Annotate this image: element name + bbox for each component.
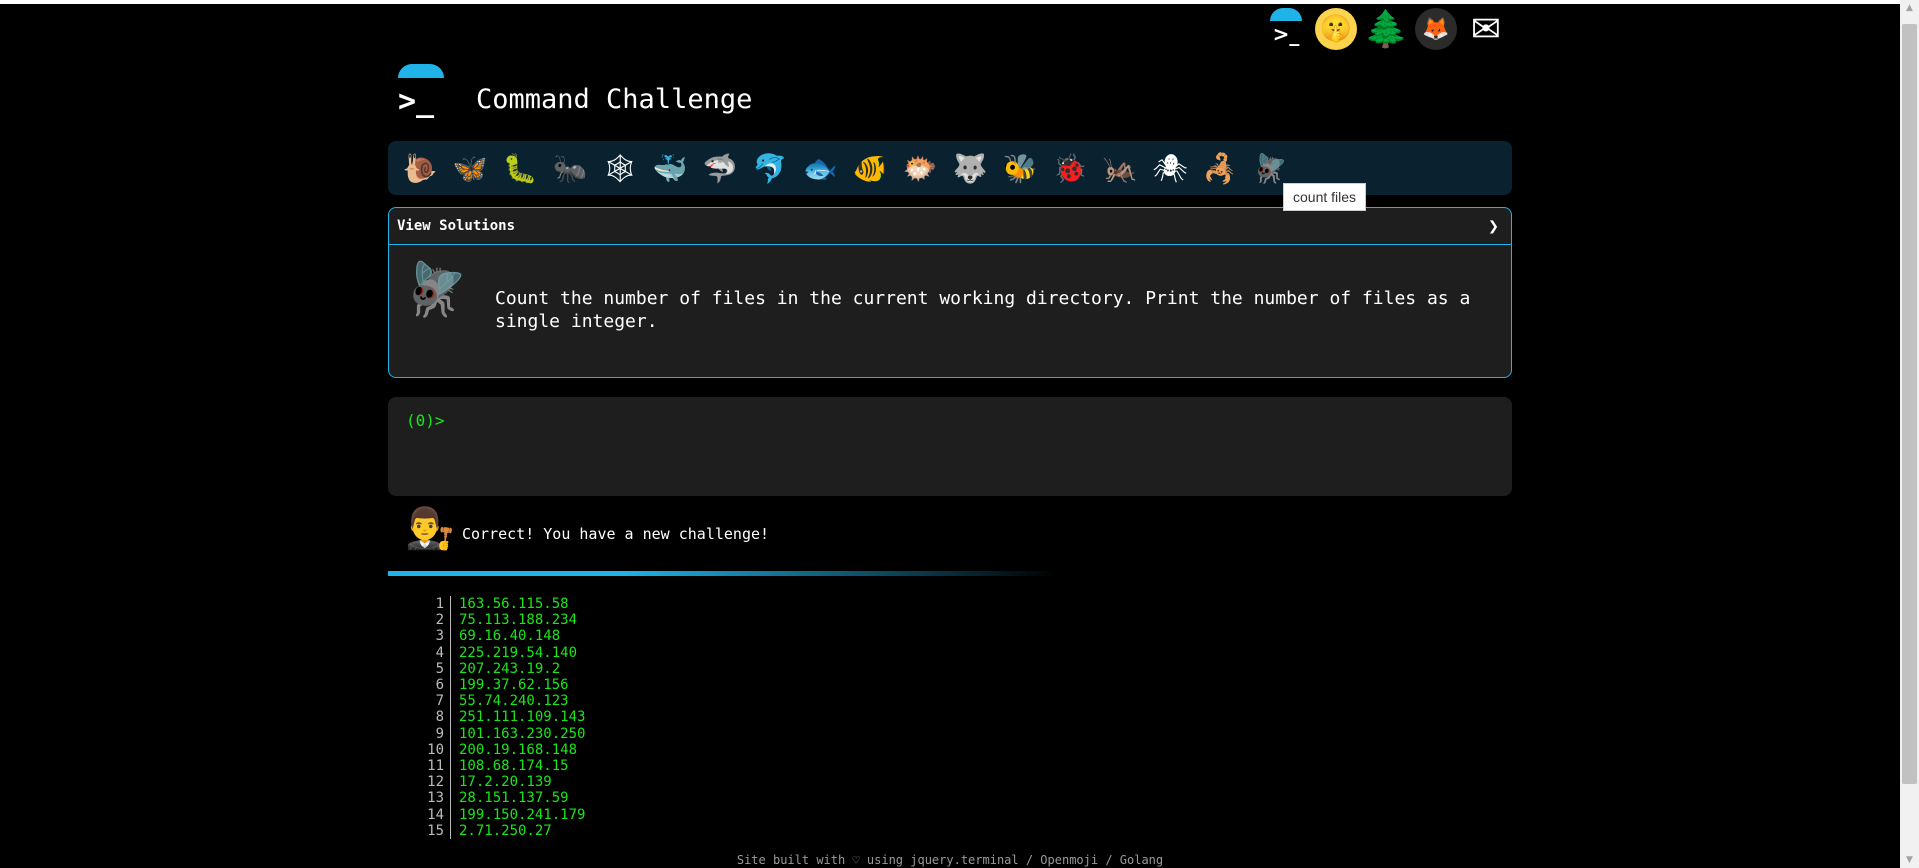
bee-icon[interactable]: 🐝 — [998, 146, 1042, 190]
line-value: 2.71.250.27 — [459, 822, 552, 839]
tooltip: count files — [1283, 183, 1367, 211]
shushing-face-icon[interactable]: 🤫 — [1315, 8, 1357, 50]
output-line: 10 200.19.168.148 — [412, 741, 585, 759]
feedback-message: Correct! You have a new challenge! — [462, 525, 770, 543]
cricket-icon[interactable]: 🦗 — [1098, 146, 1142, 190]
page-title: Command Challenge — [476, 84, 753, 115]
whale-icon[interactable]: 🐳 — [648, 146, 692, 190]
line-value: 163.56.115.58 — [459, 596, 569, 612]
fish-icon[interactable]: 🐟 — [798, 146, 842, 190]
line-number: 14 — [412, 806, 451, 823]
output-line: 7 55.74.240.123 — [412, 693, 585, 710]
output-line: 5 207.243.19.2 — [412, 660, 585, 678]
line-number: 7 — [412, 693, 451, 710]
output-line: 15 2.71.250.27 — [412, 822, 585, 840]
spider-web-icon[interactable]: 🕸 — [598, 146, 642, 190]
line-number: 6 — [412, 677, 451, 694]
output-line: 14 199.150.241.179 — [412, 806, 586, 823]
line-value: 55.74.240.123 — [459, 693, 569, 710]
output-line: 2 75.113.188.234 — [412, 612, 585, 629]
output-listing: 1 163.56.115.58 2 75.113.188.234 3 69.16.40.1… — [412, 596, 586, 840]
line-value: 69.16.40.148 — [459, 628, 561, 645]
output-line: 4 225.219.54.140 — [412, 644, 585, 661]
output-line: 9 101.163.230.250 — [412, 725, 586, 742]
judge-avatar-icon: 👨‍⚖ — [405, 506, 455, 552]
line-number: 13 — [412, 790, 451, 807]
line-value: 108.68.174.15 — [459, 758, 569, 775]
line-value: 199.150.241.179 — [459, 806, 586, 823]
view-solutions-label: View Solutions — [397, 218, 516, 234]
line-value: 200.19.168.148 — [459, 741, 578, 758]
scroll-up-icon[interactable]: ▲ — [1900, 0, 1919, 16]
output-line: 13 28.151.137.59 — [412, 790, 585, 807]
chevron-right-icon[interactable]: ❯ — [1488, 216, 1499, 237]
logo[interactable]: >_ — [390, 64, 452, 124]
spider-icon[interactable]: 🕷 — [1148, 146, 1192, 190]
header-icons: >_ 🤫 🌲 🦊 ✉ — [1265, 8, 1507, 50]
ladybug-icon[interactable]: 🐞 — [1048, 146, 1092, 190]
task-body: 🪰 Count the number of files in the curre… — [389, 245, 1511, 378]
line-value: 101.163.230.250 — [459, 725, 586, 742]
line-number: 1 — [412, 596, 451, 613]
output-line: 11 108.68.174.15 — [412, 758, 585, 775]
line-number: 15 — [412, 822, 451, 840]
gitlab-icon[interactable]: 🦊 — [1415, 8, 1457, 50]
butterfly-icon[interactable]: 🦋 — [448, 146, 492, 190]
scroll-down-icon[interactable]: ▼ — [1900, 852, 1919, 868]
line-value: 199.37.62.156 — [459, 677, 569, 694]
scorpion-icon[interactable]: 🦂 — [1198, 146, 1242, 190]
terminal-prompt: (0)> — [406, 411, 445, 430]
line-value: 28.151.137.59 — [459, 790, 569, 807]
line-number: 12 — [412, 774, 451, 791]
line-number: 10 — [412, 741, 451, 759]
output-line: 12 17.2.20.139 — [412, 774, 585, 791]
line-number: 5 — [412, 660, 451, 678]
shark-icon[interactable]: 🦈 — [698, 146, 742, 190]
wolf-icon[interactable]: 🐺 — [948, 146, 992, 190]
line-value: 225.219.54.140 — [459, 644, 578, 661]
terminal-icon[interactable]: >_ — [1265, 8, 1307, 50]
scrollbar[interactable]: ▲ ▼ — [1900, 0, 1919, 868]
output-line: 1 163.56.115.58 — [412, 596, 585, 613]
line-value: 75.113.188.234 — [459, 612, 578, 629]
caterpillar-icon[interactable]: 🐛 — [498, 146, 542, 190]
output-line: 3 69.16.40.148 — [412, 628, 585, 645]
line-number: 4 — [412, 644, 451, 661]
dolphin-icon[interactable]: 🐬 — [748, 146, 792, 190]
line-value: 251.111.109.143 — [459, 709, 586, 726]
task-panel: View Solutions ❯ 🪰 Count the number of f… — [388, 207, 1512, 378]
scrollbar-thumb[interactable] — [1902, 24, 1917, 784]
mail-icon[interactable]: ✉ — [1465, 8, 1507, 50]
line-number: 3 — [412, 628, 451, 645]
blowfish-icon[interactable]: 🐡 — [898, 146, 942, 190]
feedback-underline — [388, 571, 1058, 576]
line-number: 9 — [412, 725, 451, 742]
snail-icon[interactable]: 🐌 — [398, 146, 442, 190]
output-line: 8 251.111.109.143 — [412, 709, 586, 726]
fly-icon: 🪰 — [403, 260, 468, 320]
task-description: Count the number of files in the current… — [495, 288, 1471, 332]
terminal[interactable]: (0)> — [388, 397, 1512, 496]
line-number: 2 — [412, 612, 451, 629]
line-value: 17.2.20.139 — [459, 774, 552, 791]
terminal-logo-icon: >_ — [398, 84, 435, 119]
line-number: 8 — [412, 709, 451, 726]
line-value: 207.243.19.2 — [459, 660, 561, 677]
tropical-fish-icon[interactable]: 🐠 — [848, 146, 892, 190]
ant-icon[interactable]: 🐜 — [548, 146, 592, 190]
tree-icon[interactable]: 🌲 — [1364, 8, 1409, 50]
top-strip — [0, 0, 1900, 4]
output-line: 6 199.37.62.156 — [412, 677, 585, 694]
view-solutions-header[interactable]: View Solutions ❯ — [389, 208, 1511, 245]
line-number: 11 — [412, 758, 451, 775]
footer: Site built with ♡ using jquery.terminal … — [736, 853, 1164, 867]
